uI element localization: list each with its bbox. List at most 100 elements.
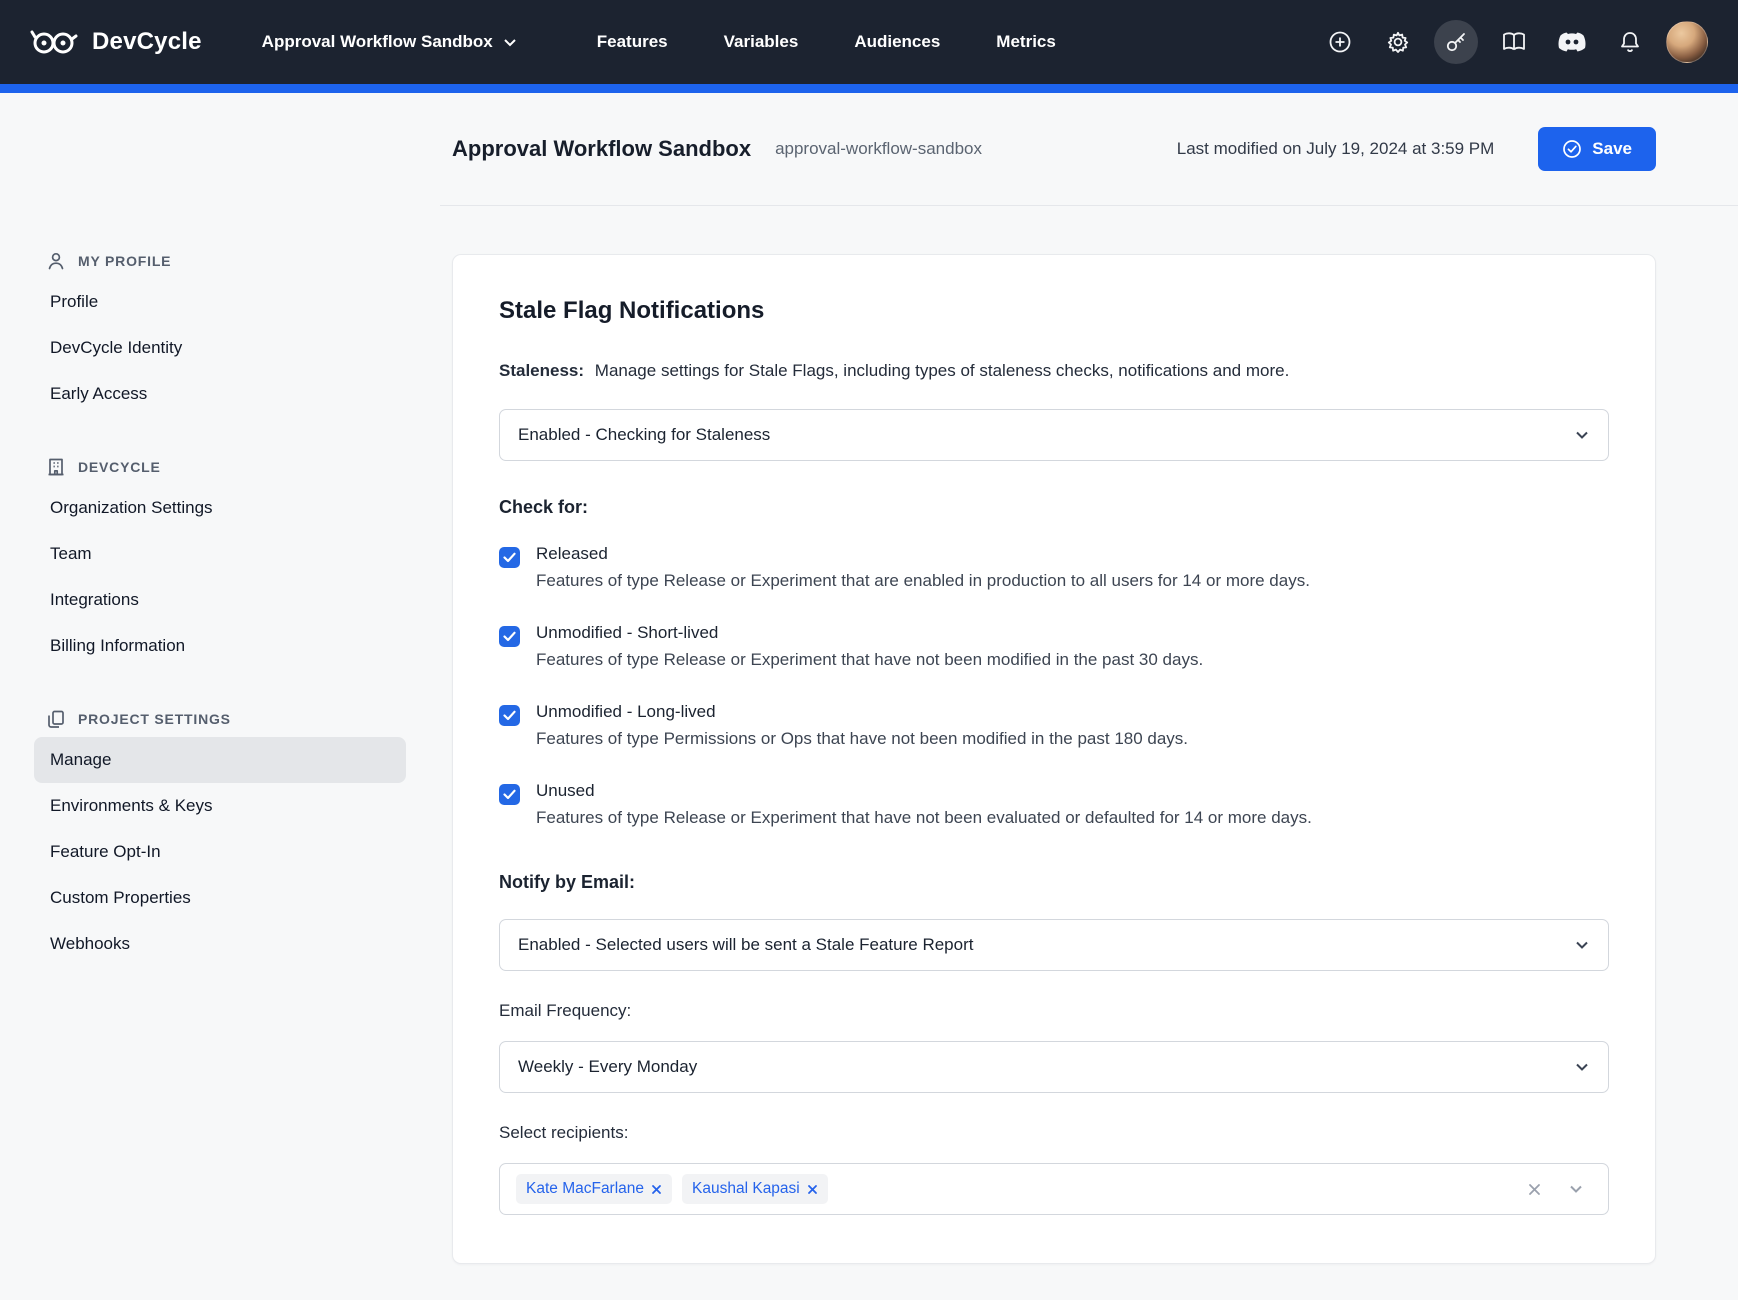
staleness-select-value: Enabled - Checking for Staleness — [518, 425, 770, 445]
select-recipients-label: Select recipients: — [499, 1123, 1609, 1143]
brand-name: DevCycle — [92, 28, 202, 56]
sidebar-item-integrations[interactable]: Integrations — [34, 577, 406, 623]
accent-bar — [0, 84, 1738, 93]
pages-icon — [46, 709, 66, 729]
sidebar-section-header: DEVCYCLE — [34, 451, 406, 485]
checkbox-unmodified-long-lived[interactable] — [499, 705, 520, 726]
check-row-unmodified-short-lived: Unmodified - Short-lived Features of typ… — [499, 623, 1609, 670]
sidebar-item-early-access[interactable]: Early Access — [34, 371, 406, 417]
page-title: Approval Workflow Sandbox — [452, 136, 751, 162]
check-description: Features of type Release or Experiment t… — [536, 571, 1310, 591]
sidebar-item-environments-keys[interactable]: Environments & Keys — [34, 783, 406, 829]
checkbox-released[interactable] — [499, 547, 520, 568]
docs-book-icon[interactable] — [1492, 20, 1536, 64]
sidebar-section-header: MY PROFILE — [34, 245, 406, 279]
check-row-unused: Unused Features of type Release or Exper… — [499, 781, 1609, 828]
nav-link-metrics[interactable]: Metrics — [996, 32, 1056, 52]
clear-recipients-icon[interactable] — [1519, 1182, 1550, 1197]
check-texts: Released Features of type Release or Exp… — [536, 544, 1310, 591]
staleness-description-row: Staleness: Manage settings for Stale Fla… — [499, 361, 1609, 381]
check-row-released: Released Features of type Release or Exp… — [499, 544, 1609, 591]
recipient-tag: Kaushal Kapasi — [682, 1174, 828, 1204]
sidebar-item-profile[interactable]: Profile — [34, 279, 406, 325]
chevron-down-icon — [1574, 1061, 1590, 1073]
check-description: Features of type Release or Experiment t… — [536, 808, 1312, 828]
check-description: Features of type Permissions or Ops that… — [536, 729, 1188, 749]
email-frequency-label: Email Frequency: — [499, 1001, 1609, 1021]
sidebar-item-manage[interactable]: Manage — [34, 737, 406, 783]
sidebar-section-title: DEVCYCLE — [78, 459, 161, 475]
settings-gear-icon[interactable] — [1376, 20, 1420, 64]
sidebar-section-header: PROJECT SETTINGS — [34, 703, 406, 737]
sidebar-section-project-settings: PROJECT SETTINGS Manage Environments & K… — [34, 703, 406, 967]
nav-link-variables[interactable]: Variables — [724, 32, 799, 52]
checkbox-unmodified-short-lived[interactable] — [499, 626, 520, 647]
recipient-name: Kaushal Kapasi — [692, 1180, 800, 1198]
check-texts: Unmodified - Long-lived Features of type… — [536, 702, 1188, 749]
frequency-select-value: Weekly - Every Monday — [518, 1057, 697, 1077]
top-navbar: DevCycle Approval Workflow Sandbox Featu… — [0, 0, 1738, 84]
staleness-description: Manage settings for Stale Flags, includi… — [595, 361, 1290, 380]
sidebar-item-feature-opt-in[interactable]: Feature Opt-In — [34, 829, 406, 875]
devcycle-logo[interactable]: DevCycle — [30, 27, 202, 57]
check-for-label: Check for: — [499, 497, 1609, 518]
notify-by-email-select[interactable]: Enabled - Selected users will be sent a … — [499, 919, 1609, 971]
save-button[interactable]: Save — [1538, 127, 1656, 171]
sidebar-item-billing-information[interactable]: Billing Information — [34, 623, 406, 669]
project-slug: approval-workflow-sandbox — [775, 139, 982, 159]
nav-link-audiences[interactable]: Audiences — [854, 32, 940, 52]
check-texts: Unmodified - Short-lived Features of typ… — [536, 623, 1203, 670]
sidebar-item-webhooks[interactable]: Webhooks — [34, 921, 406, 967]
check-description: Features of type Release or Experiment t… — [536, 650, 1203, 670]
check-label: Unmodified - Short-lived — [536, 623, 1203, 643]
keys-icon[interactable] — [1434, 20, 1478, 64]
staleness-select[interactable]: Enabled - Checking for Staleness — [499, 409, 1609, 461]
sidebar-section-my-profile: MY PROFILE Profile DevCycle Identity Ear… — [34, 245, 406, 417]
notify-select-value: Enabled - Selected users will be sent a … — [518, 935, 973, 955]
create-new-icon[interactable] — [1318, 20, 1362, 64]
nav-link-features[interactable]: Features — [597, 32, 668, 52]
check-label: Unused — [536, 781, 1312, 801]
save-button-label: Save — [1592, 139, 1632, 159]
check-label: Released — [536, 544, 1310, 564]
remove-recipient-icon[interactable] — [807, 1184, 818, 1195]
discord-icon[interactable] — [1550, 20, 1594, 64]
notify-by-email-label: Notify by Email: — [499, 872, 1609, 893]
remove-recipient-icon[interactable] — [651, 1184, 662, 1195]
sidebar-section-title: PROJECT SETTINGS — [78, 711, 231, 727]
sidebar-section-devcycle: DEVCYCLE Organization Settings Team Inte… — [34, 451, 406, 669]
sidebar-item-devcycle-identity[interactable]: DevCycle Identity — [34, 325, 406, 371]
sidebar-item-organization-settings[interactable]: Organization Settings — [34, 485, 406, 531]
recipient-name: Kate MacFarlane — [526, 1180, 644, 1198]
chevron-down-icon — [1574, 429, 1590, 441]
stale-flag-notifications-card: Stale Flag Notifications Staleness: Mana… — [452, 254, 1656, 1264]
navbar-icon-group — [1318, 20, 1708, 64]
check-label: Unmodified - Long-lived — [536, 702, 1188, 722]
page-header: Approval Workflow Sandbox approval-workf… — [440, 93, 1738, 206]
notifications-bell-icon[interactable] — [1608, 20, 1652, 64]
sidebar-item-custom-properties[interactable]: Custom Properties — [34, 875, 406, 921]
sidebar-item-team[interactable]: Team — [34, 531, 406, 577]
project-selector-label: Approval Workflow Sandbox — [262, 32, 493, 52]
main-content-area: Stale Flag Notifications Staleness: Mana… — [440, 206, 1738, 1300]
check-row-unmodified-long-lived: Unmodified - Long-lived Features of type… — [499, 702, 1609, 749]
project-selector-dropdown[interactable]: Approval Workflow Sandbox — [256, 24, 523, 60]
recipients-multiselect[interactable]: Kate MacFarlane Kaushal Kapasi — [499, 1163, 1609, 1215]
recipients-chevron-down-icon[interactable] — [1560, 1183, 1592, 1195]
user-avatar[interactable] — [1666, 21, 1708, 63]
nav-links: Features Variables Audiences Metrics — [597, 32, 1056, 52]
last-modified-text: Last modified on July 19, 2024 at 3:59 P… — [1177, 139, 1495, 159]
sidebar-section-title: MY PROFILE — [78, 253, 171, 269]
staleness-label: Staleness: — [499, 361, 584, 380]
checkbox-unused[interactable] — [499, 784, 520, 805]
check-circle-icon — [1562, 139, 1582, 159]
check-texts: Unused Features of type Release or Exper… — [536, 781, 1312, 828]
card-title: Stale Flag Notifications — [499, 297, 1609, 325]
building-icon — [46, 457, 66, 477]
devcycle-goggles-icon — [30, 27, 80, 57]
chevron-down-icon — [503, 37, 517, 47]
settings-sidebar: MY PROFILE Profile DevCycle Identity Ear… — [0, 93, 440, 1300]
person-icon — [46, 251, 66, 271]
chevron-down-icon — [1574, 939, 1590, 951]
email-frequency-select[interactable]: Weekly - Every Monday — [499, 1041, 1609, 1093]
